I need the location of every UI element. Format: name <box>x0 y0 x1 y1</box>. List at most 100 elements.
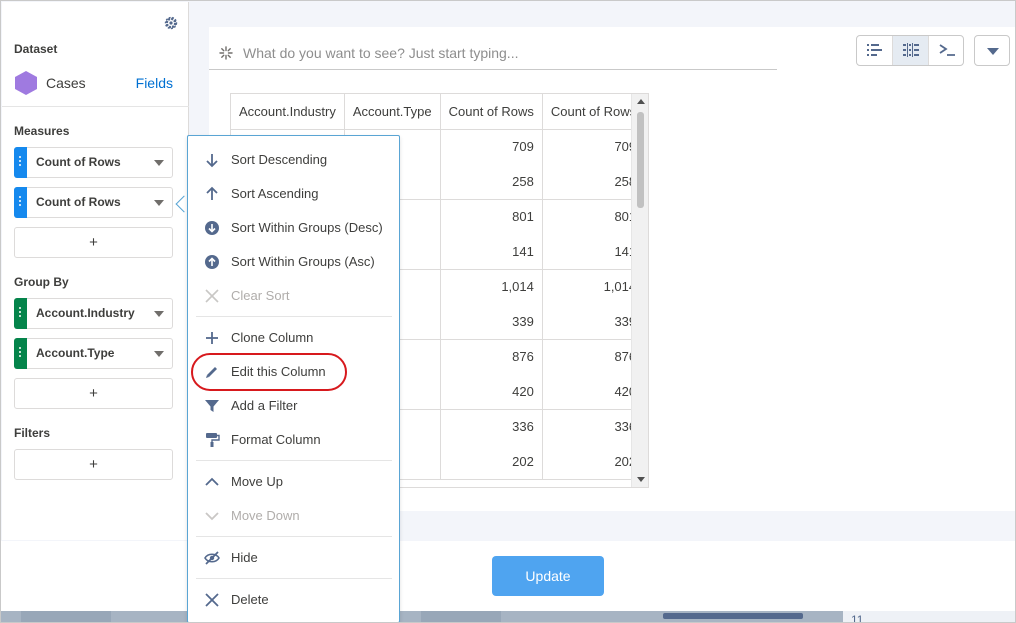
menu-item-label: Move Up <box>231 474 284 489</box>
count-cell: 258 <box>440 164 543 200</box>
chevron-down-icon[interactable] <box>154 200 164 206</box>
update-button[interactable]: Update <box>492 556 604 596</box>
drag-handle-icon[interactable] <box>14 298 27 329</box>
bar-chart-icon <box>867 44 882 56</box>
count-cell: 801 <box>542 199 646 234</box>
drag-handle-icon[interactable] <box>14 147 27 178</box>
count-cell: 141 <box>542 234 646 270</box>
plus-icon <box>206 332 218 344</box>
menu-item-clone-column[interactable]: Clone Column <box>188 323 399 353</box>
group-pill-label: Account.Type <box>36 346 115 360</box>
dataset-hexagon-icon <box>15 71 37 95</box>
drag-handle-icon[interactable] <box>14 338 27 369</box>
background-segment <box>421 611 501 622</box>
count-cell: 876 <box>542 339 646 374</box>
chevron-down-icon[interactable] <box>154 160 164 166</box>
count-cell: 709 <box>440 129 543 164</box>
chevron-up-icon <box>205 477 219 486</box>
menu-item-label: Hide <box>231 550 258 565</box>
scrollbar-thumb[interactable] <box>637 112 644 208</box>
fields-link[interactable]: Fields <box>136 75 173 91</box>
gear-icon[interactable] <box>163 15 179 31</box>
add-measure-button[interactable]: + <box>14 227 173 258</box>
menu-item-sort-within-groups-desc[interactable]: Sort Within Groups (Desc) <box>188 213 399 243</box>
menu-item-sort-descending[interactable]: Sort Descending <box>188 145 399 175</box>
options-dropdown-button[interactable] <box>974 35 1010 66</box>
count-cell: 141 <box>440 234 543 270</box>
count-cell: 339 <box>440 304 543 340</box>
column-header[interactable]: Account.Industry <box>231 94 345 130</box>
count-cell: 202 <box>440 444 543 480</box>
table-view-button[interactable] <box>893 36 929 65</box>
count-cell: 1,014 <box>440 269 543 304</box>
menu-item-hide[interactable]: Hide <box>188 543 399 573</box>
chevron-down-icon[interactable] <box>154 311 164 317</box>
filter-icon <box>205 400 219 412</box>
query-builder-panel: Dataset Cases Fields Measures Count of R… <box>2 2 189 540</box>
measures-label: Measures <box>14 124 70 138</box>
count-cell: 709 <box>542 129 646 164</box>
menu-item-label: Sort Descending <box>231 152 328 167</box>
measure-pill[interactable]: Count of Rows <box>14 147 173 178</box>
close-icon <box>205 289 219 303</box>
menu-separator <box>196 460 392 461</box>
measure-pill-label: Count of Rows <box>36 155 121 169</box>
menu-item-format-column[interactable]: Format Column <box>188 425 399 455</box>
count-cell: 336 <box>440 409 543 444</box>
bottom-page-strip: 11 <box>1 611 1015 622</box>
count-cell: 202 <box>542 444 646 480</box>
group-pill[interactable]: Account.Industry <box>14 298 173 329</box>
table-icon <box>903 43 919 57</box>
circle-arrow-down-icon <box>205 221 219 235</box>
divider <box>2 106 189 107</box>
measure-pill[interactable]: Count of Rows <box>14 187 173 218</box>
menu-item-add-filter[interactable]: Add a Filter <box>188 391 399 421</box>
add-filter-button[interactable]: + <box>14 449 173 480</box>
saql-view-button[interactable] <box>929 36 963 65</box>
menu-item-label: Format Column <box>231 432 321 447</box>
close-icon <box>205 593 219 607</box>
count-cell: 339 <box>542 304 646 340</box>
view-toggle-group <box>856 35 964 66</box>
menu-item-sort-ascending[interactable]: Sort Ascending <box>188 179 399 209</box>
circle-arrow-up-icon <box>205 255 219 269</box>
menu-separator <box>196 316 392 317</box>
column-header[interactable]: Count of Rows <box>440 94 543 130</box>
column-header[interactable]: Count of Rows <box>542 94 646 130</box>
table-scrollbar[interactable] <box>631 94 648 487</box>
menu-separator <box>196 578 392 579</box>
group-pill-label: Account.Industry <box>36 306 135 320</box>
add-group-button[interactable]: + <box>14 378 173 409</box>
scroll-up-icon[interactable] <box>637 99 645 104</box>
count-cell: 420 <box>542 374 646 410</box>
scroll-down-icon[interactable] <box>637 477 645 482</box>
arrow-down-icon <box>206 154 218 168</box>
menu-item-delete[interactable]: Delete <box>188 585 399 615</box>
menu-item-move-up[interactable]: Move Up <box>188 467 399 497</box>
group-by-label: Group By <box>14 275 69 289</box>
chevron-down-icon <box>987 48 999 55</box>
menu-item-move-down[interactable]: Move Down <box>188 501 399 531</box>
eye-hidden-icon <box>204 551 220 565</box>
dataset-name: Cases <box>46 75 86 91</box>
sparkle-icon <box>219 46 233 60</box>
menu-item-label: Clone Column <box>231 330 314 345</box>
count-cell: 420 <box>440 374 543 410</box>
menu-item-clear-sort[interactable]: Clear Sort <box>188 281 399 311</box>
chevron-down-icon[interactable] <box>154 351 164 357</box>
count-cell: 876 <box>440 339 543 374</box>
menu-item-label: Sort Within Groups (Desc) <box>231 220 383 235</box>
drag-handle-icon[interactable] <box>14 187 27 218</box>
group-pill[interactable]: Account.Type <box>14 338 173 369</box>
menu-item-label: Sort Within Groups (Asc) <box>231 254 375 269</box>
search-input[interactable] <box>243 42 763 64</box>
dataset-row: Cases Fields <box>14 70 179 96</box>
menu-item-label: Move Down <box>231 508 300 523</box>
count-cell: 1,014 <box>542 269 646 304</box>
chart-view-button[interactable] <box>857 36 893 65</box>
background-corner-text: 11 <box>843 611 1015 622</box>
menu-item-label: Clear Sort <box>231 288 290 303</box>
filters-label: Filters <box>14 426 51 440</box>
column-header[interactable]: Account.Type <box>344 94 441 130</box>
menu-item-sort-within-groups-asc[interactable]: Sort Within Groups (Asc) <box>188 247 399 277</box>
